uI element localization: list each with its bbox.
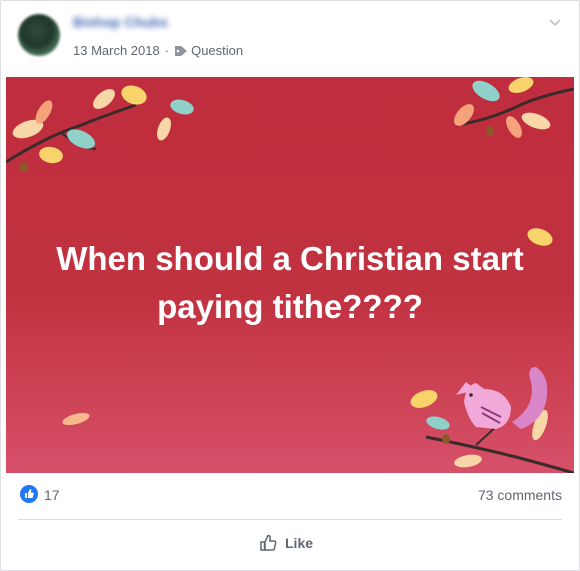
post-date[interactable]: 13 March 2018 [73,43,160,58]
post-meta: 13 March 2018 · Question [73,43,243,58]
like-count[interactable]: 17 [44,487,60,503]
reaction-bar: 17 73 comments [1,479,579,513]
author-name[interactable]: Bishop Chubs [73,14,168,30]
chevron-down-icon[interactable] [547,17,563,29]
tag-icon [175,45,188,56]
like-reaction-badge[interactable] [20,485,38,503]
thumbs-up-outline-icon [260,534,277,551]
like-button-label: Like [285,535,314,551]
thumbs-up-icon [25,489,34,498]
comments-link[interactable]: 73 comments [478,487,562,503]
like-button[interactable]: Like [259,531,313,555]
post-card: Bishop Chubs 13 March 2018 · Question Wh… [0,0,580,571]
divider [18,519,562,520]
meta-separator: · [164,43,170,58]
post-text: When should a Christian start paying tit… [56,240,524,325]
avatar[interactable] [18,14,60,56]
post-header: Bishop Chubs 13 March 2018 · Question [1,1,579,77]
post-background-banner: When should a Christian start paying tit… [6,77,574,473]
post-category: Question [191,43,244,58]
